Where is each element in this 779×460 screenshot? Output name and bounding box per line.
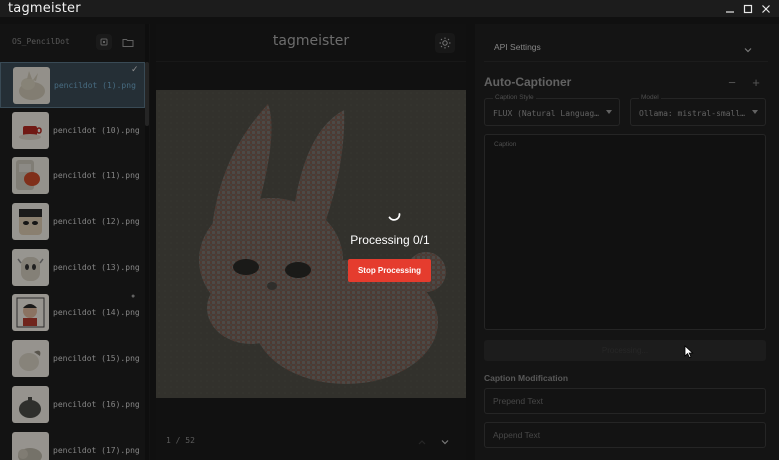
processing-status: Processing 0/1 (350, 233, 430, 247)
stop-processing-button[interactable]: Stop Processing (348, 259, 431, 282)
spinner-icon (388, 213, 401, 221)
processing-dialog: Processing 0/1 Stop Processing (0, 0, 779, 460)
mouse-cursor-icon (684, 345, 694, 359)
